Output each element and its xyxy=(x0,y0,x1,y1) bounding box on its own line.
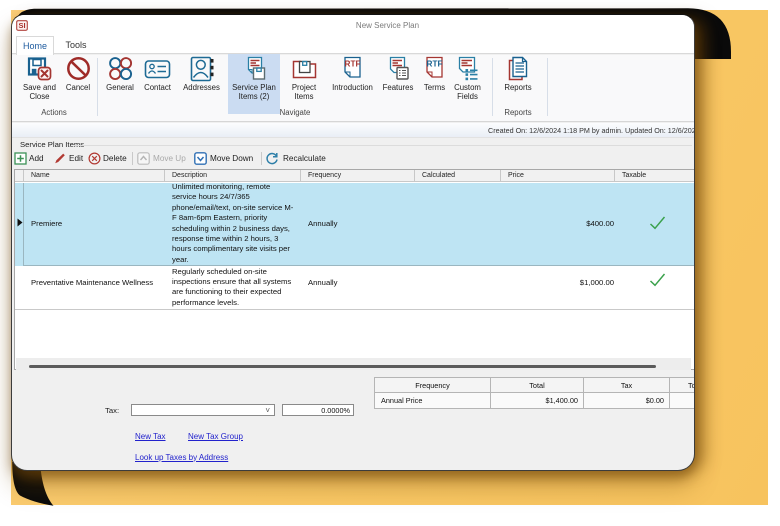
svg-text:RTF: RTF xyxy=(427,60,443,69)
svg-text:RTF: RTF xyxy=(345,60,361,69)
